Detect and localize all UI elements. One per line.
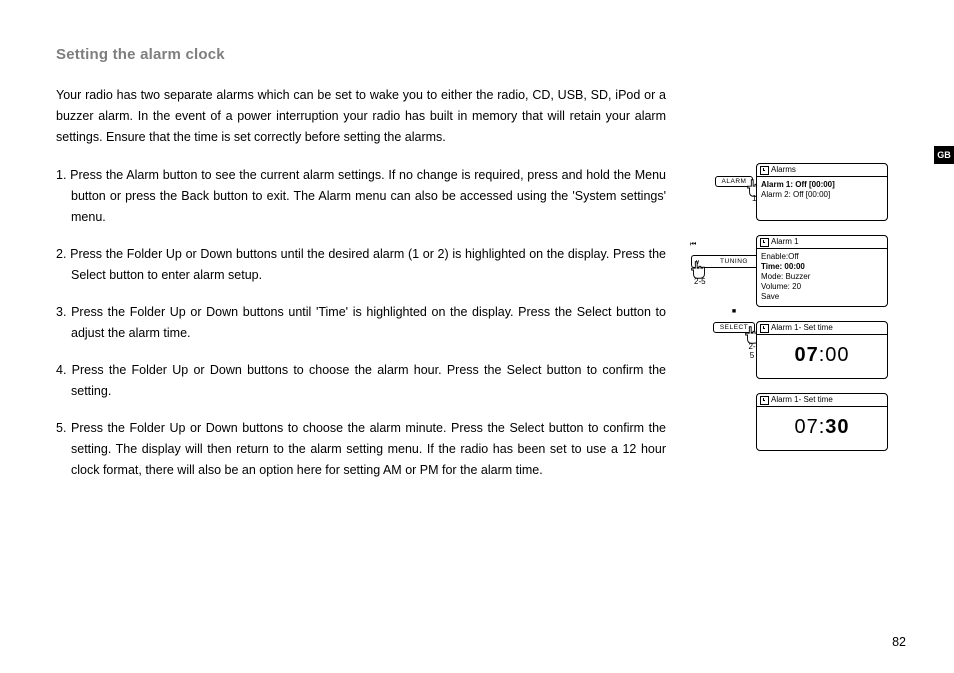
prev-track-icon: ⏮ [690, 241, 696, 249]
display-screens: Alarms Alarm 1: Off [00:00] Alarm 2: Off… [756, 163, 926, 465]
screen-header: Alarm 1 [771, 236, 799, 248]
clock-icon [760, 238, 769, 247]
screen-set-minute: Alarm 1- Set time 07:30 [756, 393, 888, 451]
stop-icon: ■ [712, 308, 756, 315]
language-tab: GB [934, 146, 954, 164]
screen-line: Mode: Buzzer [761, 272, 883, 282]
step-5: 5. Press the Folder Up or Down buttons t… [56, 418, 666, 481]
screen-line: Alarm 1: Off [00:00] [761, 180, 883, 190]
step-3: 3. Press the Folder Up or Down buttons u… [56, 302, 666, 344]
screen-set-hour: Alarm 1- Set time 07:00 [756, 321, 888, 379]
time-hour: 07 [794, 344, 818, 366]
time-hour: 07: [794, 416, 825, 438]
screen-line: Save [761, 292, 883, 302]
screen-alarms-list: Alarms Alarm 1: Off [00:00] Alarm 2: Off… [756, 163, 888, 221]
screen-header: Alarm 1- Set time [771, 322, 833, 334]
screen-header: Alarms [771, 164, 796, 176]
step-2: 2. Press the Folder Up or Down buttons u… [56, 244, 666, 286]
steps-list: 1. Press the Alarm button to see the cur… [56, 165, 666, 497]
intro-paragraph: Your radio has two separate alarms which… [56, 85, 666, 148]
callout-2-5-left: 2-5 [694, 277, 706, 286]
step-4: 4. Press the Folder Up or Down buttons t… [56, 360, 666, 402]
clock-icon [760, 324, 769, 333]
screen-line: Enable:Off [761, 252, 883, 262]
screen-line: Alarm 2: Off [00:00] [761, 190, 883, 200]
clock-icon [760, 166, 769, 175]
step-1: 1. Press the Alarm button to see the cur… [56, 165, 666, 228]
callout-2-5-select: 2-5 [748, 342, 756, 360]
screen-line: Time: 00:00 [761, 262, 883, 272]
alarm-button-diagram: ALARM 1 [714, 170, 754, 188]
time-minute: :00 [819, 344, 850, 366]
time-minute: 30 [825, 416, 849, 438]
screen-line: Volume: 20 [761, 282, 883, 292]
select-button-diagram: ■ SELECT 2-5 [712, 308, 756, 334]
page-title: Setting the alarm clock [56, 46, 225, 63]
screen-header: Alarm 1- Set time [771, 394, 833, 406]
page-number: 82 [892, 635, 906, 649]
screen-alarm1-menu: Alarm 1 Enable:Off Time: 00:00 Mode: Buz… [756, 235, 888, 307]
clock-icon [760, 396, 769, 405]
